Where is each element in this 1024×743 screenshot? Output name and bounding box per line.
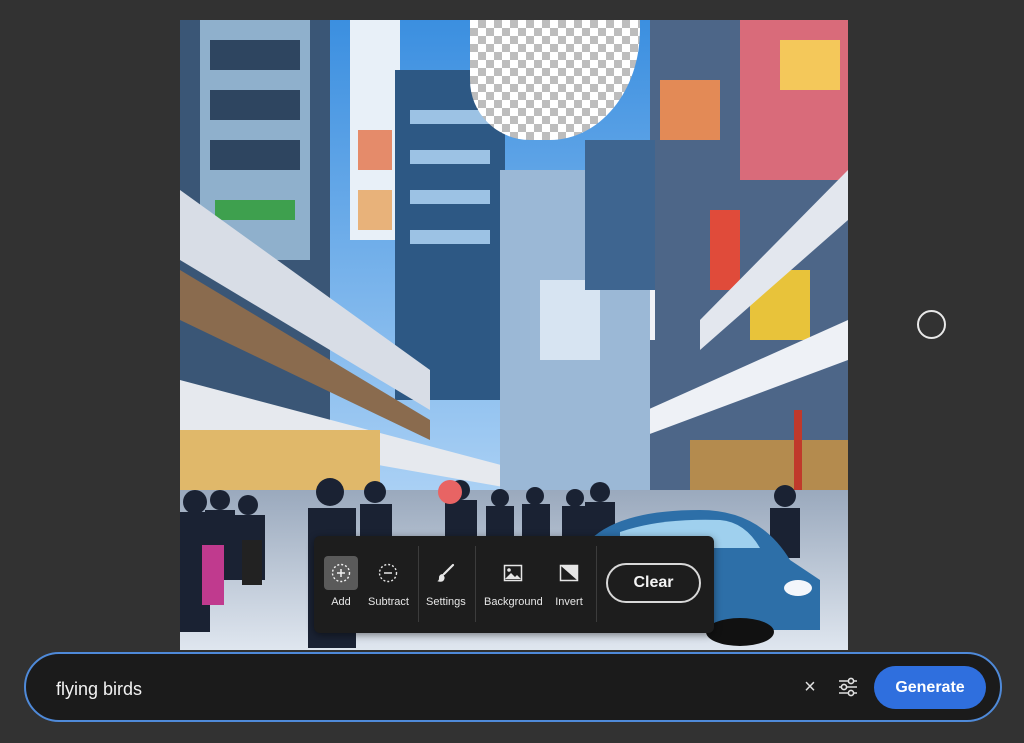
add-tool[interactable]: Add [324, 556, 358, 608]
subtract-tool-label: Subtract [368, 596, 409, 608]
brush-icon [429, 556, 463, 590]
background-tool-label: Background [484, 596, 543, 608]
generate-button[interactable]: Generate [874, 666, 986, 709]
background-tool[interactable]: Background [484, 556, 543, 608]
prompt-input[interactable] [54, 674, 658, 704]
toolbar-divider [596, 546, 597, 622]
invert-tool[interactable]: Invert [552, 556, 586, 608]
subtract-tool[interactable]: Subtract [368, 556, 409, 608]
sliders-icon[interactable] [836, 675, 860, 699]
invert-icon [552, 556, 586, 590]
image-icon [496, 556, 530, 590]
settings-tool-label: Settings [426, 596, 466, 608]
clear-button[interactable]: Clear [606, 563, 701, 603]
toolbar-divider [418, 546, 419, 622]
add-selection-icon [324, 556, 358, 590]
brush-cursor [917, 310, 946, 339]
toolbar-divider [475, 546, 476, 622]
selection-toolbar: Add Subtract Settings Background Invert … [314, 536, 714, 633]
subtract-selection-icon [371, 556, 405, 590]
add-tool-label: Add [331, 596, 351, 608]
prompt-bar: × Generate [24, 652, 1002, 722]
close-icon[interactable]: × [798, 674, 822, 700]
settings-tool[interactable]: Settings [426, 556, 466, 608]
invert-tool-label: Invert [555, 596, 583, 608]
